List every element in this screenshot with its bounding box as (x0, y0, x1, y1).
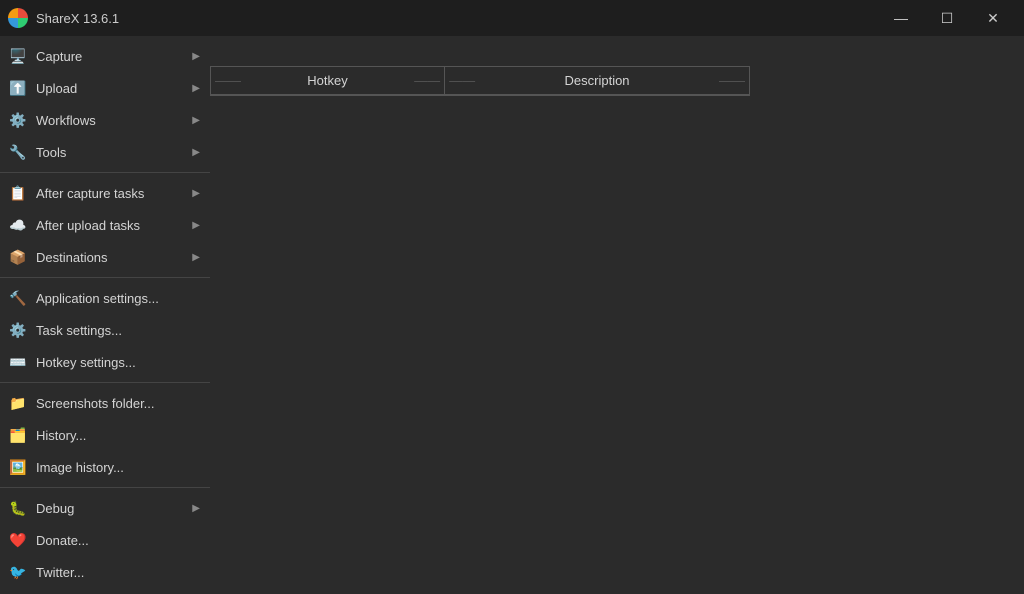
sidebar-item-label: After upload tasks (36, 218, 188, 233)
window-controls: — ☐ ✕ (878, 0, 1016, 36)
hotkey-table: Hotkey Description (211, 67, 749, 95)
sidebar-item-debug[interactable]: 🐛 Debug ▶ (0, 492, 210, 524)
image-history-icon: 🖼️ (8, 457, 28, 477)
main-window: ShareX 13.6.1 — ☐ ✕ 🖥️Capture▶⬆️Upload▶⚙… (0, 0, 1024, 594)
sidebar-item-upload[interactable]: ⬆️ Upload ▶ (0, 72, 210, 104)
hotkey-popup: Hotkey Description (210, 66, 750, 96)
capture-icon: 🖥️ (8, 46, 28, 66)
task-settings-icon: ⚙️ (8, 320, 28, 340)
sidebar-item-discord[interactable]: 💬Discord... (0, 588, 210, 594)
upload-icon: ⬆️ (8, 78, 28, 98)
sidebar-item-label: Screenshots folder... (36, 396, 200, 411)
sidebar-item-label: Workflows (36, 113, 188, 128)
sidebar-item-history[interactable]: 🗂️ History... (0, 419, 210, 451)
content-area: 🖥️ Capture ▶ ⬆️ Upload ▶ ⚙️ Workflows ▶ 🔧 Tools ▶ 📋 A… (0, 36, 1024, 594)
sidebar-item-label: Tools (36, 145, 188, 160)
submenu-arrow-icon: ▶ (192, 83, 200, 94)
menu-separator (0, 382, 210, 383)
window-title: ShareX 13.6.1 (36, 11, 878, 26)
history-icon: 🗂️ (8, 425, 28, 445)
sidebar-item-image-history[interactable]: 🖼️ Image history... (0, 451, 210, 483)
destinations-icon: 📦 (8, 247, 28, 267)
submenu-arrow-icon: ▶ (192, 188, 200, 199)
twitter-icon: 🐦 (8, 562, 28, 582)
submenu-arrow-icon: ▶ (192, 252, 200, 263)
sidebar-item-app-settings[interactable]: 🔨 Application settings... (0, 282, 210, 314)
sidebar-item-label: Upload (36, 81, 188, 96)
sidebar-menu: 🖥️ Capture ▶ ⬆️ Upload ▶ ⚙️ Workflows ▶ 🔧 Tools ▶ 📋 A… (0, 36, 210, 594)
sidebar-item-donate[interactable]: ❤️ Donate... (0, 524, 210, 556)
debug-icon: 🐛 (8, 498, 28, 518)
screenshots-icon: 📁 (8, 393, 28, 413)
after-upload-icon: ☁️ (8, 215, 28, 235)
sidebar-item-label: Image history... (36, 460, 200, 475)
hotkey-settings-icon: ⌨️ (8, 352, 28, 372)
sidebar-item-destinations[interactable]: 📦 Destinations ▶ (0, 241, 210, 273)
sidebar-item-tools[interactable]: 🔧 Tools ▶ (0, 136, 210, 168)
tools-icon: 🔧 (8, 142, 28, 162)
workflows-icon: ⚙️ (8, 110, 28, 130)
sidebar-item-twitter[interactable]: 🐦 Twitter... (0, 556, 210, 588)
sidebar-item-capture[interactable]: 🖥️ Capture ▶ (0, 40, 210, 72)
app-icon (8, 8, 28, 28)
close-button[interactable]: ✕ (970, 0, 1016, 36)
app-settings-icon: 🔨 (8, 288, 28, 308)
sidebar-item-hotkey-settings[interactable]: ⌨️ Hotkey settings... (0, 346, 210, 378)
description-column-header: Description (445, 67, 749, 95)
minimize-button[interactable]: — (878, 0, 924, 36)
sidebar-item-after-upload[interactable]: ☁️ After upload tasks ▶ (0, 209, 210, 241)
submenu-arrow-icon: ▶ (192, 220, 200, 231)
hotkey-column-header: Hotkey (211, 67, 445, 95)
menu-separator (0, 172, 210, 173)
titlebar: ShareX 13.6.1 — ☐ ✕ (0, 0, 1024, 36)
sidebar-item-label: Capture (36, 49, 188, 64)
sidebar-item-label: Twitter... (36, 565, 200, 580)
sidebar-item-label: Destinations (36, 250, 188, 265)
sidebar-item-label: Donate... (36, 533, 200, 548)
after-capture-icon: 📋 (8, 183, 28, 203)
sidebar-item-workflows[interactable]: ⚙️ Workflows ▶ (0, 104, 210, 136)
maximize-button[interactable]: ☐ (924, 0, 970, 36)
sidebar-item-label: After capture tasks (36, 186, 188, 201)
sidebar-item-label: History... (36, 428, 200, 443)
submenu-arrow-icon: ▶ (192, 147, 200, 158)
submenu-arrow-icon: ▶ (192, 503, 200, 514)
submenu-arrow-icon: ▶ (192, 115, 200, 126)
sidebar-item-label: Hotkey settings... (36, 355, 200, 370)
sidebar-item-task-settings[interactable]: ⚙️ Task settings... (0, 314, 210, 346)
menu-separator (0, 277, 210, 278)
sidebar-item-after-capture[interactable]: 📋 After capture tasks ▶ (0, 177, 210, 209)
submenu-arrow-icon: ▶ (192, 51, 200, 62)
menu-separator (0, 487, 210, 488)
sidebar-item-label: Debug (36, 501, 188, 516)
sidebar-item-screenshots[interactable]: 📁 Screenshots folder... (0, 387, 210, 419)
donate-icon: ❤️ (8, 530, 28, 550)
sidebar-item-label: Application settings... (36, 291, 200, 306)
sidebar-item-label: Task settings... (36, 323, 200, 338)
